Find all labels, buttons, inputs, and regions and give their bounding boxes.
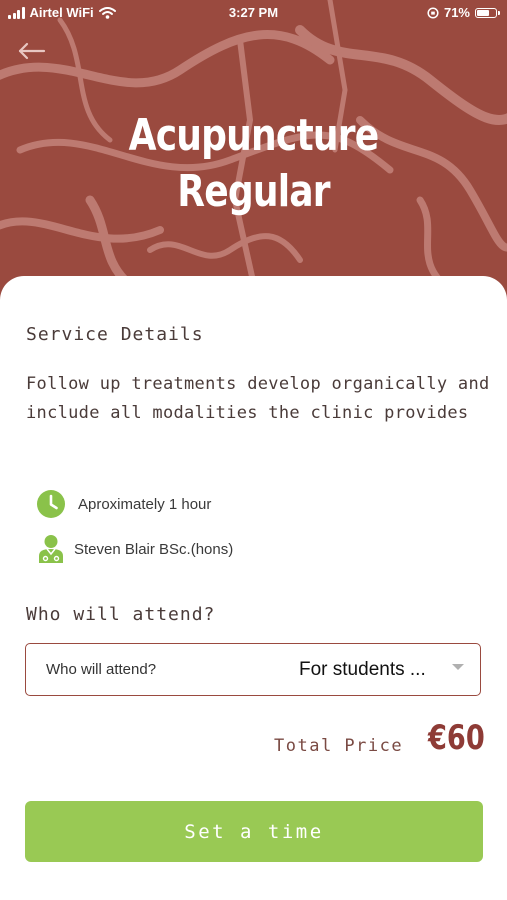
duration-row: Aproximately 1 hour xyxy=(36,489,211,519)
screen: Airtel WiFi 3:27 PM 71% Acupuncture Regu… xyxy=(0,0,507,900)
battery-fill xyxy=(477,9,489,16)
total-price-value: €60 xyxy=(428,718,485,758)
battery-icon xyxy=(475,7,500,18)
battery-percent: 71% xyxy=(443,5,470,20)
duration-text: Aproximately 1 hour xyxy=(78,495,212,513)
chevron-down-icon xyxy=(452,664,464,670)
set-a-time-label: Set a time xyxy=(184,820,324,843)
service-details-heading: Service Details xyxy=(26,324,204,345)
service-title-line1: Acupuncture xyxy=(128,110,380,161)
service-title-line2: Regular xyxy=(177,166,330,217)
attendee-select-value: For students ... xyxy=(299,659,426,680)
practitioner-text: Steven Blair BSc.(hons) xyxy=(74,540,234,558)
attendee-select-label: Who will attend? xyxy=(46,661,157,678)
set-a-time-button[interactable]: Set a time xyxy=(25,801,483,862)
doctor-icon xyxy=(39,535,63,563)
status-right: 71% xyxy=(427,5,500,20)
service-description: Follow up treatments develop organically… xyxy=(26,374,490,423)
clock-icon xyxy=(37,490,65,518)
hero-header: Airtel WiFi 3:27 PM 71% Acupuncture Regu… xyxy=(0,0,507,300)
service-card: Service Details Follow up treatments dev… xyxy=(0,276,507,900)
total-price-label: Total Price xyxy=(274,736,404,756)
orientation-lock-icon xyxy=(427,6,439,19)
status-bar: Airtel WiFi 3:27 PM 71% xyxy=(0,0,507,26)
back-arrow-icon[interactable] xyxy=(14,36,48,66)
attendance-heading: Who will attend? xyxy=(26,604,216,625)
attendee-select[interactable]: Who will attend? For students ... xyxy=(25,643,481,696)
service-title: Acupuncture Regular xyxy=(46,108,462,220)
practitioner-row: Steven Blair BSc.(hons) xyxy=(38,534,233,564)
